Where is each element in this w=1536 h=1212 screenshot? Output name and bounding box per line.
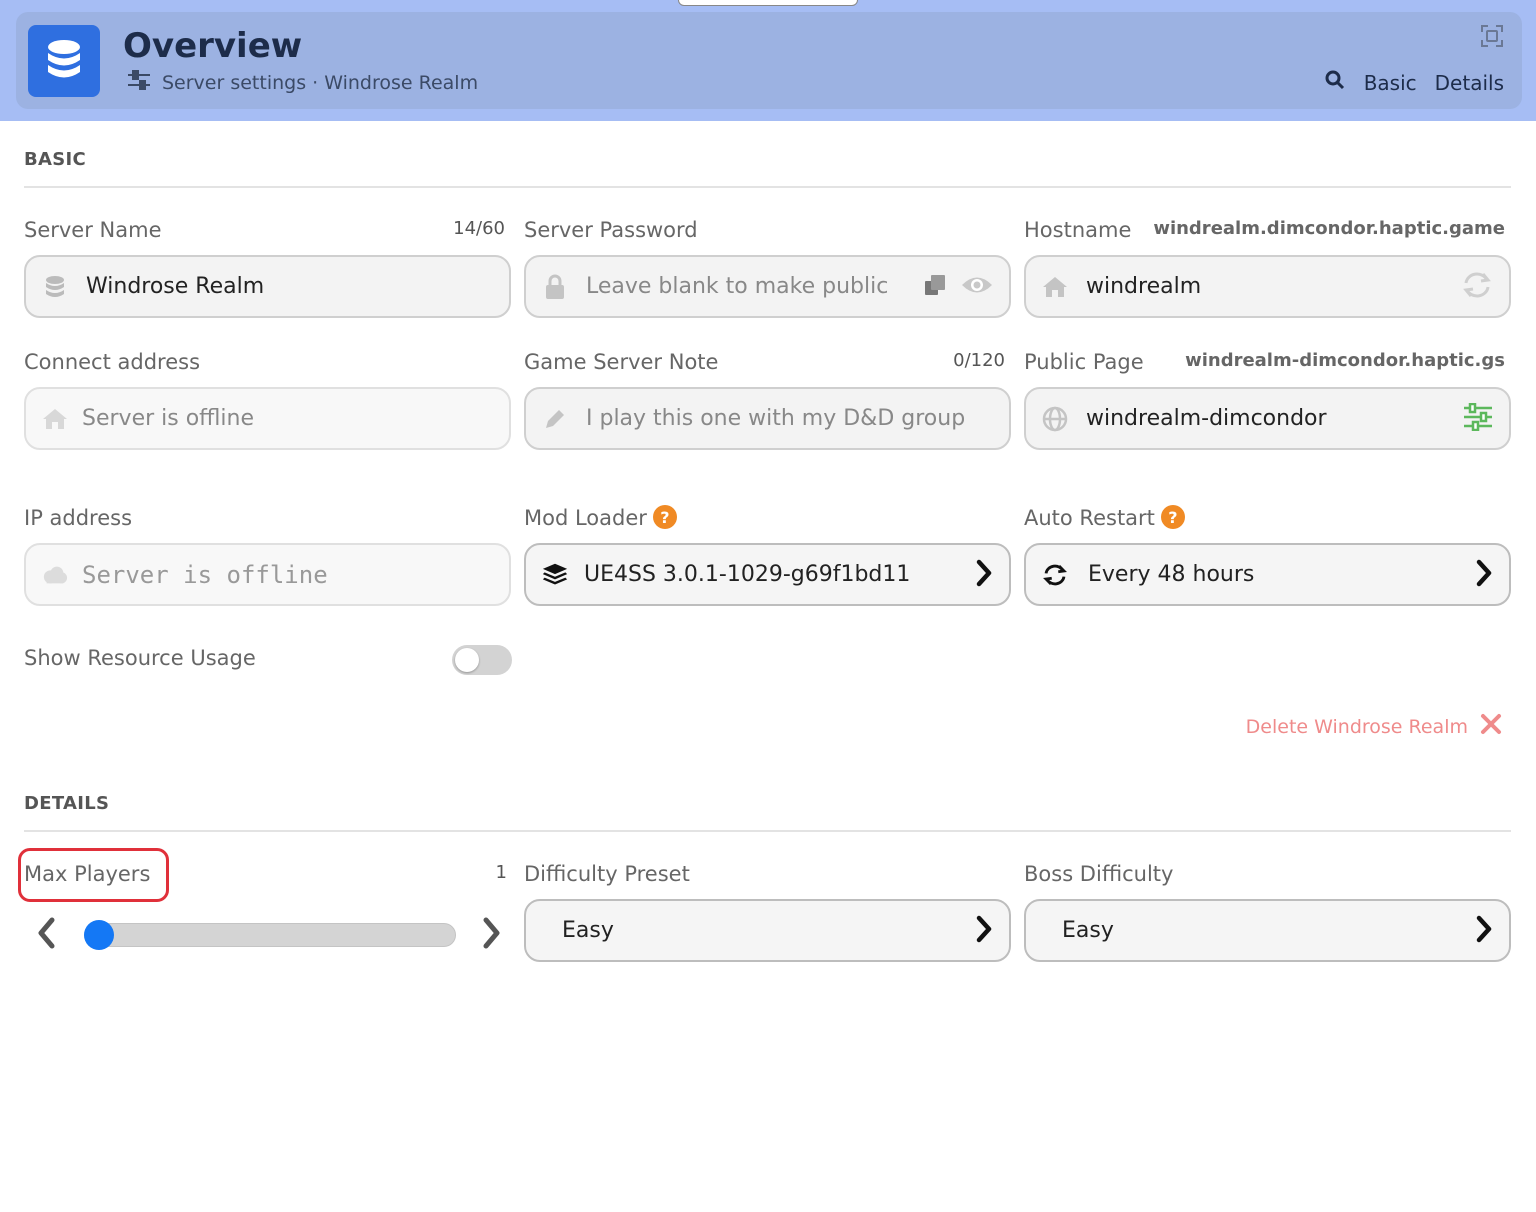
sliders-icon: [126, 69, 152, 96]
increment-button[interactable]: [476, 915, 506, 955]
home-icon: [42, 406, 68, 432]
server-name-field[interactable]: Windrose Realm: [24, 255, 511, 318]
hostname-label: Hostname: [1024, 218, 1132, 242]
header-card: Overview Server settings · Windrose Real…: [16, 12, 1522, 109]
delete-server-label: Delete Windrose Realm: [1245, 715, 1468, 738]
home-icon: [1042, 274, 1068, 300]
chevron-right-icon: [1475, 915, 1493, 947]
mod-loader-value: UE4SS 3.0.1-1029-g69f1bd11: [584, 562, 911, 587]
page-title: Overview: [123, 26, 303, 66]
hostname-domain: windrealm.dimcondor.haptic.game: [1153, 218, 1505, 239]
chevron-right-icon: [975, 559, 993, 591]
ip-address-value: Server is offline: [82, 560, 328, 589]
mod-loader-label-wrap: Mod Loader?: [524, 505, 677, 531]
close-icon: [1480, 713, 1502, 740]
help-icon[interactable]: ?: [1160, 505, 1185, 529]
search-icon[interactable]: [1324, 69, 1346, 96]
section-title-basic: BASIC: [24, 149, 87, 170]
public-page-value: windrealm-dimcondor: [1086, 406, 1327, 431]
copy-icon[interactable]: [923, 273, 947, 301]
decrement-button[interactable]: [32, 915, 62, 955]
server-password-label: Server Password: [524, 218, 698, 242]
refresh-icon: [1042, 562, 1068, 588]
difficulty-preset-select[interactable]: Easy: [524, 899, 1011, 962]
boss-difficulty-select[interactable]: Easy: [1024, 899, 1511, 962]
boss-difficulty-value: Easy: [1062, 918, 1114, 943]
difficulty-preset-value: Easy: [562, 918, 614, 943]
connect-address-field: Server is offline: [24, 387, 511, 450]
game-server-note-label: Game Server Note: [524, 350, 719, 374]
cloud-icon: [42, 562, 68, 588]
max-players-slider-thumb[interactable]: [84, 920, 114, 950]
header-nav: Basic Details: [1324, 69, 1504, 96]
server-password-field[interactable]: Leave blank to make public: [524, 255, 1011, 318]
section-title-details: DETAILS: [24, 793, 110, 814]
auto-restart-label-wrap: Auto Restart?: [1024, 505, 1185, 531]
ip-address-label: IP address: [24, 506, 133, 530]
hostname-value: windrealm: [1086, 274, 1202, 299]
chevron-right-icon: [975, 915, 993, 947]
server-name-value: Windrose Realm: [86, 274, 265, 299]
window-handle[interactable]: [678, 0, 858, 6]
breadcrumb: Server settings · Windrose Realm: [126, 69, 478, 96]
game-server-note-counter: 0/120: [953, 350, 1005, 371]
mod-loader-label: Mod Loader: [524, 506, 647, 530]
pencil-icon: [542, 406, 568, 432]
nav-details[interactable]: Details: [1435, 71, 1504, 95]
toggle-knob: [455, 648, 479, 672]
public-page-domain: windrealm-dimcondor.haptic.gs: [1185, 350, 1505, 371]
boss-difficulty-label: Boss Difficulty: [1024, 862, 1174, 886]
help-icon[interactable]: ?: [652, 505, 677, 529]
server-name-label: Server Name: [24, 218, 162, 242]
highlight-annotation: [18, 848, 169, 902]
nav-basic[interactable]: Basic: [1364, 71, 1417, 95]
mod-loader-select[interactable]: UE4SS 3.0.1-1029-g69f1bd11: [524, 543, 1011, 606]
globe-icon: [1042, 406, 1068, 432]
expand-icon[interactable]: [1480, 24, 1504, 48]
eye-icon[interactable]: [961, 274, 993, 300]
public-page-label: Public Page: [1024, 350, 1144, 374]
database-icon: [42, 274, 68, 300]
connect-address-label: Connect address: [24, 350, 201, 374]
auto-restart-select[interactable]: Every 48 hours: [1024, 543, 1511, 606]
public-page-field[interactable]: windrealm-dimcondor: [1024, 387, 1511, 450]
auto-restart-label: Auto Restart: [1024, 506, 1155, 530]
sliders-icon[interactable]: [1463, 402, 1493, 435]
server-password-input: Leave blank to make public: [586, 274, 889, 299]
database-icon: [28, 25, 100, 97]
chevron-right-icon: [481, 917, 501, 953]
ip-address-field: Server is offline: [24, 543, 511, 606]
connect-address-value: Server is offline: [82, 406, 255, 431]
server-name-counter: 14/60: [453, 218, 505, 239]
game-server-note-field[interactable]: I play this one with my D&D group: [524, 387, 1011, 450]
max-players-value: 1: [495, 862, 507, 883]
difficulty-preset-label: Difficulty Preset: [524, 862, 690, 886]
refresh-icon[interactable]: [1461, 271, 1493, 303]
divider: [24, 186, 1511, 188]
max-players-slider-track[interactable]: [84, 923, 456, 947]
divider: [24, 830, 1511, 832]
show-resource-usage-label: Show Resource Usage: [24, 646, 256, 670]
chevron-left-icon: [37, 917, 57, 953]
hostname-field[interactable]: windrealm: [1024, 255, 1511, 318]
show-resource-usage-toggle[interactable]: [452, 645, 512, 675]
chevron-right-icon: [1475, 559, 1493, 591]
auto-restart-value: Every 48 hours: [1088, 562, 1255, 587]
lock-icon: [542, 274, 568, 300]
delete-server-button[interactable]: Delete Windrose Realm: [1246, 713, 1502, 740]
game-server-note-input: I play this one with my D&D group: [586, 406, 966, 431]
layers-icon: [542, 562, 568, 588]
breadcrumb-text: Server settings · Windrose Realm: [162, 71, 479, 94]
